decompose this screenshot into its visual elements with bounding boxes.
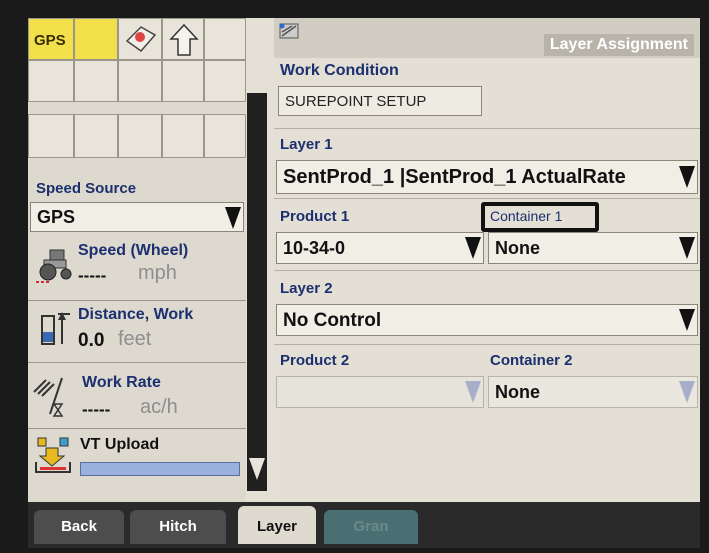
shortcut-cell-arrow[interactable] (162, 18, 204, 60)
speed-value: ----- (78, 266, 107, 285)
vt-upload-status[interactable]: VT Upload (28, 430, 246, 490)
distance-unit: feet (118, 328, 152, 350)
dropdown-arrow-icon (679, 309, 695, 331)
shortcut-cell-empty-8[interactable] (74, 114, 118, 158)
container-2-value: None (495, 382, 540, 402)
distance-readout[interactable]: Distance, Work 0.0 feet (28, 302, 246, 362)
speed-source-label: Speed Source (36, 180, 137, 197)
speed-unit: mph (138, 262, 177, 284)
dropdown-arrow-icon (679, 381, 695, 403)
product-1-label: Product 1 (280, 208, 350, 225)
tab-layer[interactable]: Layer (238, 506, 316, 544)
shortcut-cell-empty-7[interactable] (28, 114, 74, 158)
tractor-icon (36, 249, 72, 283)
distance-value: 0.0 (78, 330, 105, 351)
upload-icon (35, 437, 71, 473)
container-2-label: Container 2 (490, 352, 573, 369)
divider (28, 428, 246, 429)
tab-gran[interactable]: Gran (324, 510, 418, 544)
page-title: Layer Assignment (543, 34, 694, 56)
container-2-dropdown[interactable]: None (488, 376, 698, 408)
divider (274, 270, 700, 271)
tab-hitch[interactable]: Hitch (130, 510, 226, 544)
shortcut-cell-empty-11[interactable] (204, 114, 246, 158)
gps-status-cell[interactable]: GPS (28, 18, 74, 60)
container-1-label: Container 1 (490, 208, 563, 224)
work-condition-value: SUREPOINT SETUP (285, 93, 427, 110)
distance-label: Distance, Work (78, 306, 194, 323)
vertical-scrollbar[interactable] (247, 93, 267, 491)
shortcut-cell-empty-10[interactable] (162, 114, 204, 158)
shortcut-cell-empty-5[interactable] (162, 60, 204, 102)
speed-readout[interactable]: Speed (Wheel) ----- mph (28, 236, 246, 298)
speed-source-value: GPS (37, 207, 76, 227)
tag-diamond-icon (125, 26, 157, 53)
product-1-dropdown[interactable]: 10-34-0 (276, 232, 484, 264)
product-1-value: 10-34-0 (283, 238, 346, 258)
divider (28, 362, 246, 363)
vt-upload-label: VT Upload (80, 436, 160, 453)
layer-1-dropdown[interactable]: SentProd_1 |SentProd_1 ActualRate (276, 160, 698, 194)
work-rate-value: ----- (82, 400, 111, 419)
dropdown-arrow-icon (679, 166, 695, 188)
gps-status-cell-2[interactable] (74, 18, 118, 60)
gps-status-label: GPS (34, 32, 66, 49)
container-1-dropdown[interactable]: None (488, 232, 698, 264)
shortcut-cell-empty-1[interactable] (204, 18, 246, 60)
display-screen: GPS Speed Source GPS Speed (Wheel) -----… (28, 18, 700, 548)
divider (28, 300, 246, 301)
speed-source-dropdown[interactable]: GPS (30, 202, 244, 232)
work-rate-unit: ac/h (140, 396, 178, 418)
work-rate-label: Work Rate (82, 374, 161, 391)
container-1-value: None (495, 238, 540, 258)
dropdown-arrow-icon (465, 237, 481, 259)
shortcut-cell-empty-6[interactable] (204, 60, 246, 102)
shortcut-cell-empty-9[interactable] (118, 114, 162, 158)
divider (274, 198, 700, 199)
shortcut-cell-empty-4[interactable] (118, 60, 162, 102)
header-bar: Layer Assignment (274, 18, 700, 58)
scroll-down-arrow-icon[interactable] (249, 458, 265, 480)
dropdown-arrow-icon (465, 381, 481, 403)
speed-label: Speed (Wheel) (78, 242, 189, 259)
divider (274, 128, 700, 129)
work-rate-readout[interactable]: Work Rate ----- ac/h (28, 364, 246, 426)
layer-assignment-form (274, 58, 700, 498)
layer-2-label: Layer 2 (280, 280, 333, 297)
distance-counter-icon (41, 312, 70, 345)
layer-1-value: SentProd_1 |SentProd_1 ActualRate (283, 166, 626, 188)
back-button[interactable]: Back (34, 510, 124, 544)
divider (274, 344, 700, 345)
layer-2-dropdown[interactable]: No Control (276, 304, 698, 336)
vt-upload-progress-bar (80, 462, 240, 476)
dropdown-arrow-icon (225, 207, 241, 229)
dropdown-arrow-icon (679, 237, 695, 259)
work-condition-field[interactable]: SUREPOINT SETUP (278, 86, 482, 116)
left-status-panel: GPS Speed Source GPS Speed (Wheel) -----… (28, 18, 246, 502)
layer-1-label: Layer 1 (280, 136, 333, 153)
page-icon (279, 23, 299, 39)
layer-2-value: No Control (283, 310, 382, 331)
product-2-dropdown[interactable] (276, 376, 484, 408)
work-rate-icon (33, 377, 64, 417)
shortcut-cell-empty-2[interactable] (28, 60, 74, 102)
product-2-label: Product 2 (280, 352, 350, 369)
up-arrow-icon (169, 23, 199, 56)
shortcut-cell-empty-3[interactable] (74, 60, 118, 102)
shortcut-cell-steering[interactable] (118, 18, 162, 60)
work-condition-label: Work Condition (280, 62, 399, 79)
